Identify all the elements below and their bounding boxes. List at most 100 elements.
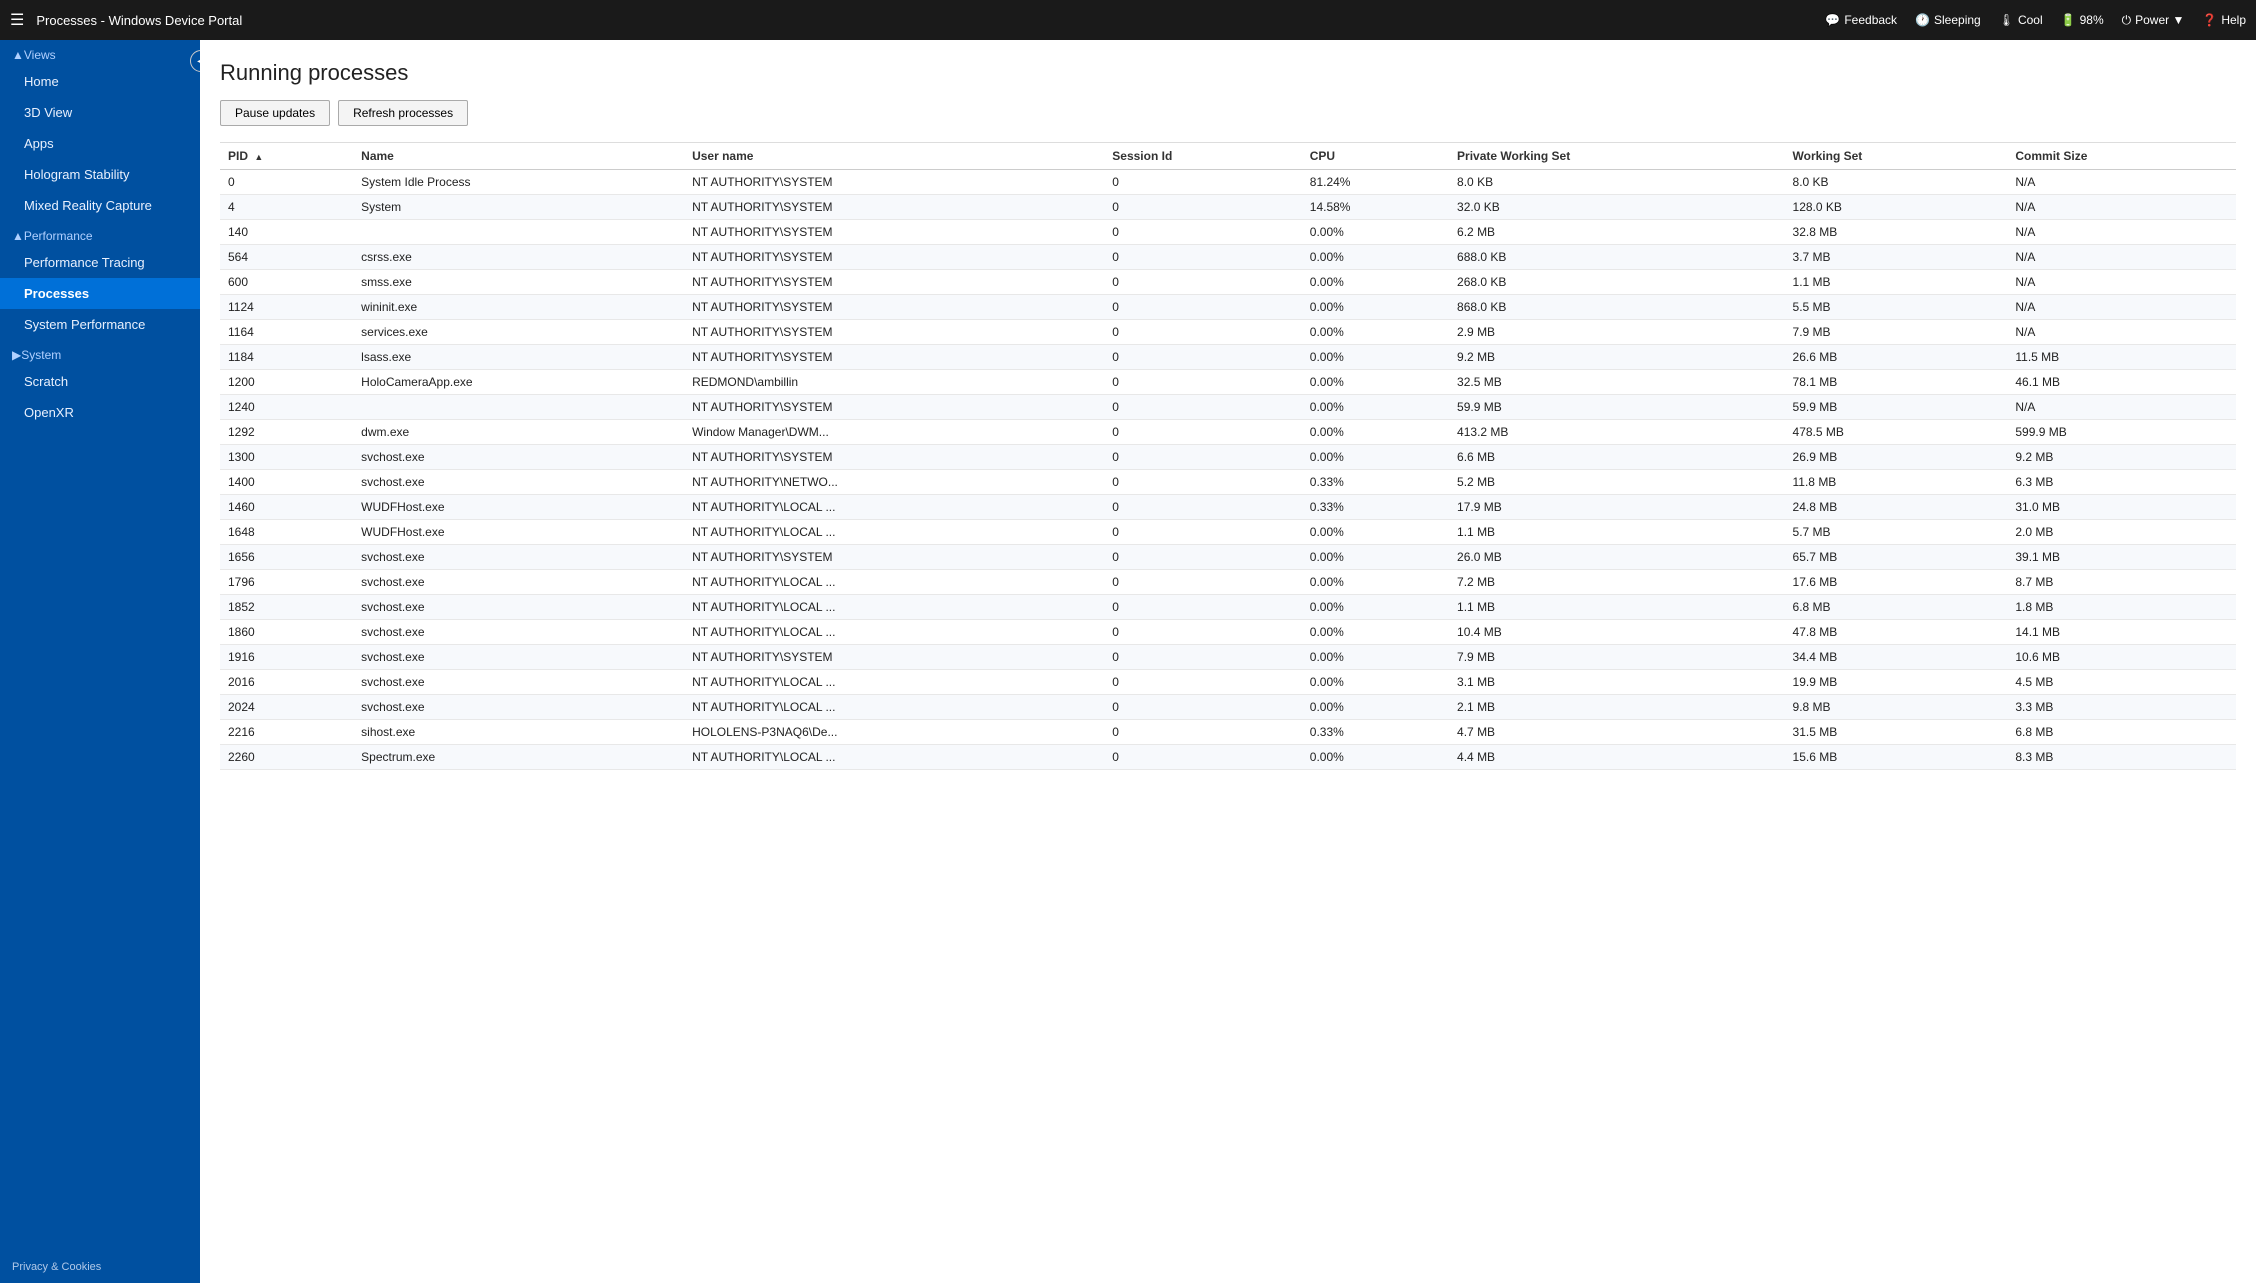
table-row[interactable]: 564csrss.exeNT AUTHORITY\SYSTEM00.00%688… [220, 245, 2236, 270]
sidebar-item-openxr[interactable]: OpenXR [0, 397, 200, 428]
table-row[interactable]: 600smss.exeNT AUTHORITY\SYSTEM00.00%268.… [220, 270, 2236, 295]
sidebar-item-mixed-reality-capture[interactable]: Mixed Reality Capture [0, 190, 200, 221]
table-cell: NT AUTHORITY\SYSTEM [684, 545, 1104, 570]
privacy-cookies-link[interactable]: Privacy & Cookies [0, 1251, 200, 1283]
col-session[interactable]: Session Id [1104, 143, 1301, 170]
col-username[interactable]: User name [684, 143, 1104, 170]
table-row[interactable]: 140NT AUTHORITY\SYSTEM00.00%6.2 MB32.8 M… [220, 220, 2236, 245]
col-name[interactable]: Name [353, 143, 684, 170]
table-cell: NT AUTHORITY\SYSTEM [684, 170, 1104, 195]
table-cell: 1200 [220, 370, 353, 395]
help-button[interactable]: ❓ Help [2202, 13, 2246, 27]
table-cell: 2260 [220, 745, 353, 770]
table-cell: 0.00% [1302, 320, 1449, 345]
table-cell: 65.7 MB [1785, 545, 2008, 570]
table-cell: N/A [2007, 220, 2236, 245]
table-cell: smss.exe [353, 270, 684, 295]
table-row[interactable]: 1292dwm.exeWindow Manager\DWM...00.00%41… [220, 420, 2236, 445]
table-cell: 0 [1104, 570, 1301, 595]
table-cell: 0 [1104, 495, 1301, 520]
table-cell: NT AUTHORITY\LOCAL ... [684, 570, 1104, 595]
table-row[interactable]: 1648WUDFHost.exeNT AUTHORITY\LOCAL ...00… [220, 520, 2236, 545]
table-row[interactable]: 1656svchost.exeNT AUTHORITY\SYSTEM00.00%… [220, 545, 2236, 570]
pause-updates-button[interactable]: Pause updates [220, 100, 330, 126]
table-cell: 0 [1104, 545, 1301, 570]
table-row[interactable]: 1860svchost.exeNT AUTHORITY\LOCAL ...00.… [220, 620, 2236, 645]
table-cell: svchost.exe [353, 695, 684, 720]
sidebar-item-scratch[interactable]: Scratch [0, 366, 200, 397]
table-cell: NT AUTHORITY\SYSTEM [684, 270, 1104, 295]
table-cell: svchost.exe [353, 620, 684, 645]
table-row[interactable]: 1124wininit.exeNT AUTHORITY\SYSTEM00.00%… [220, 295, 2236, 320]
table-row[interactable]: 2024svchost.exeNT AUTHORITY\LOCAL ...00.… [220, 695, 2236, 720]
feedback-icon: 💬 [1825, 13, 1840, 27]
table-cell: 413.2 MB [1449, 420, 1784, 445]
table-cell: 26.9 MB [1785, 445, 2008, 470]
table-row[interactable]: 1916svchost.exeNT AUTHORITY\SYSTEM00.00%… [220, 645, 2236, 670]
table-cell: 31.0 MB [2007, 495, 2236, 520]
col-commit[interactable]: Commit Size [2007, 143, 2236, 170]
hamburger-icon[interactable]: ☰ [10, 10, 24, 30]
table-row[interactable]: 1796svchost.exeNT AUTHORITY\LOCAL ...00.… [220, 570, 2236, 595]
table-cell: REDMOND\ambillin [684, 370, 1104, 395]
sleeping-button[interactable]: 🕐 Sleeping [1915, 13, 1981, 27]
refresh-processes-button[interactable]: Refresh processes [338, 100, 468, 126]
table-row[interactable]: 2260Spectrum.exeNT AUTHORITY\LOCAL ...00… [220, 745, 2236, 770]
feedback-button[interactable]: 💬 Feedback [1825, 13, 1897, 27]
table-cell: WUDFHost.exe [353, 495, 684, 520]
table-row[interactable]: 2016svchost.exeNT AUTHORITY\LOCAL ...00.… [220, 670, 2236, 695]
table-cell: 268.0 KB [1449, 270, 1784, 295]
table-cell: lsass.exe [353, 345, 684, 370]
table-row[interactable]: 2216sihost.exeHOLOLENS-P3NAQ6\De...00.33… [220, 720, 2236, 745]
sidebar-item-apps[interactable]: Apps [0, 128, 200, 159]
table-cell: 14.58% [1302, 195, 1449, 220]
table-row[interactable]: 1184lsass.exeNT AUTHORITY\SYSTEM00.00%9.… [220, 345, 2236, 370]
table-cell: 0 [1104, 370, 1301, 395]
table-cell: 9.2 MB [1449, 345, 1784, 370]
table-cell: 1460 [220, 495, 353, 520]
table-cell: 0.00% [1302, 745, 1449, 770]
cool-button[interactable]: 🌡 Cool [1999, 13, 2043, 27]
table-row[interactable]: 1164services.exeNT AUTHORITY\SYSTEM00.00… [220, 320, 2236, 345]
sidebar-item-system-performance[interactable]: System Performance [0, 309, 200, 340]
table-cell: HoloCameraApp.exe [353, 370, 684, 395]
table-row[interactable]: 1240NT AUTHORITY\SYSTEM00.00%59.9 MB59.9… [220, 395, 2236, 420]
table-cell: N/A [2007, 320, 2236, 345]
table-cell: 0.00% [1302, 395, 1449, 420]
power-button[interactable]: ⏻ Power ▼ [2122, 13, 2185, 28]
table-cell: 7.2 MB [1449, 570, 1784, 595]
table-cell: 4.5 MB [2007, 670, 2236, 695]
col-private-ws[interactable]: Private Working Set [1449, 143, 1784, 170]
table-cell: 31.5 MB [1785, 720, 2008, 745]
table-row[interactable]: 1400svchost.exeNT AUTHORITY\NETWO...00.3… [220, 470, 2236, 495]
col-cpu[interactable]: CPU [1302, 143, 1449, 170]
table-row[interactable]: 4SystemNT AUTHORITY\SYSTEM014.58%32.0 KB… [220, 195, 2236, 220]
processes-table-container[interactable]: PID ▲ Name User name Session Id CPU Priv… [220, 142, 2236, 1283]
sidebar-item-performance-tracing[interactable]: Performance Tracing [0, 247, 200, 278]
table-row[interactable]: 1852svchost.exeNT AUTHORITY\LOCAL ...00.… [220, 595, 2236, 620]
table-cell: 10.4 MB [1449, 620, 1784, 645]
power-icon: ⏻ [2122, 13, 2132, 28]
table-cell: 1240 [220, 395, 353, 420]
topbar: ☰ Processes - Windows Device Portal 💬 Fe… [0, 0, 2256, 40]
table-row[interactable]: 0System Idle ProcessNT AUTHORITY\SYSTEM0… [220, 170, 2236, 195]
sidebar-item-3dview[interactable]: 3D View [0, 97, 200, 128]
table-cell: 688.0 KB [1449, 245, 1784, 270]
table-row[interactable]: 1300svchost.exeNT AUTHORITY\SYSTEM00.00%… [220, 445, 2236, 470]
table-row[interactable]: 1200HoloCameraApp.exeREDMOND\ambillin00.… [220, 370, 2236, 395]
views-section-header: ▲Views [0, 40, 200, 66]
table-cell: 47.8 MB [1785, 620, 2008, 645]
col-pid[interactable]: PID ▲ [220, 143, 353, 170]
sidebar-item-processes[interactable]: Processes [0, 278, 200, 309]
battery-indicator: 🔋 98% [2061, 13, 2104, 27]
table-row[interactable]: 1460WUDFHost.exeNT AUTHORITY\LOCAL ...00… [220, 495, 2236, 520]
sidebar-item-home[interactable]: Home [0, 66, 200, 97]
table-cell: NT AUTHORITY\SYSTEM [684, 220, 1104, 245]
table-cell: NT AUTHORITY\LOCAL ... [684, 495, 1104, 520]
table-cell: 0 [1104, 745, 1301, 770]
table-cell: 0 [1104, 595, 1301, 620]
table-cell: 1648 [220, 520, 353, 545]
table-cell: 17.9 MB [1449, 495, 1784, 520]
col-ws[interactable]: Working Set [1785, 143, 2008, 170]
sidebar-item-hologram-stability[interactable]: Hologram Stability [0, 159, 200, 190]
